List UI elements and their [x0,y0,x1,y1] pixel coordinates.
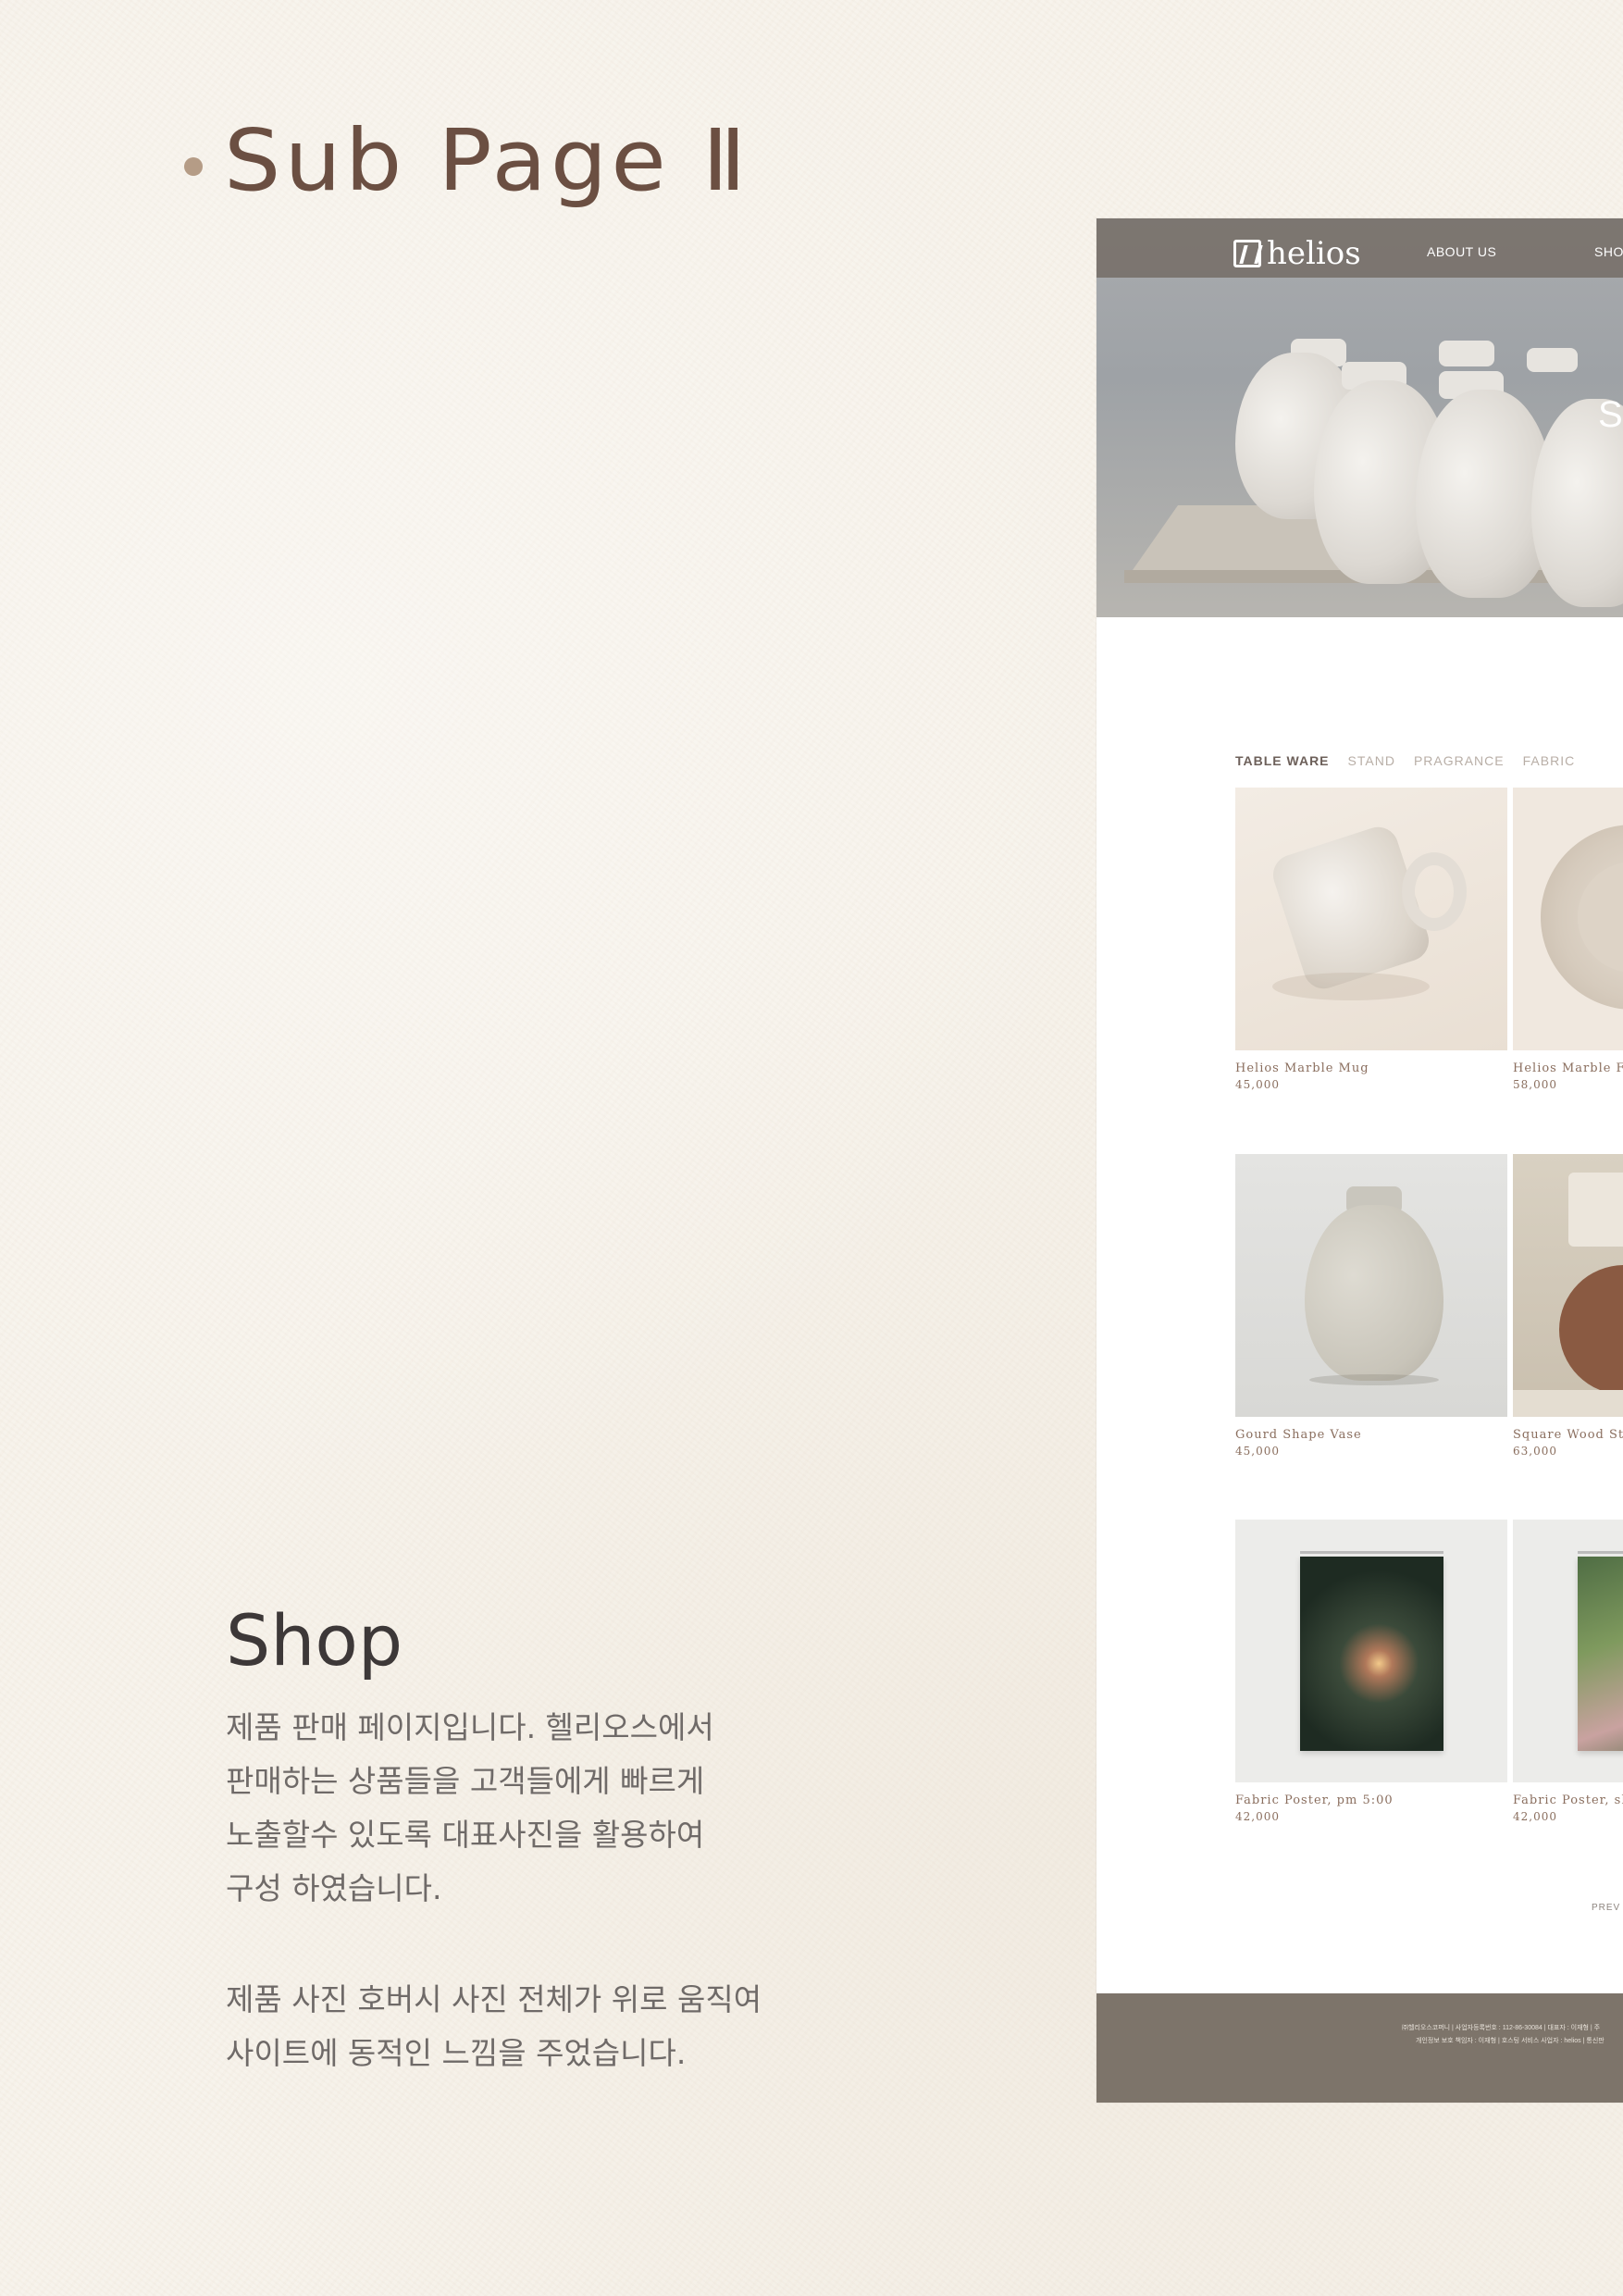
pagination-prev[interactable]: PREV [1592,1903,1620,1913]
product-card[interactable]: Gourd Shape Vase 45,000 [1235,1154,1507,1458]
description-paragraph-2: 제품 사진 호버시 사진 전체가 위로 움직여 사이트에 동적인 느낌을 주었습… [226,1981,762,2071]
vase-neck [1527,348,1578,372]
product-price: 42,000 [1235,1810,1280,1823]
product-price: 63,000 [1513,1445,1557,1458]
footer-company-info: ㈜헬리오스코퍼니 | 사업자등록번호 : 112-86-30084 | 대표자 … [1402,2025,1601,2031]
product-name: Fabric Poster, pm 5:00 [1235,1793,1394,1807]
product-name: Helios Marble Mug [1235,1061,1369,1075]
helios-logo-icon [1233,240,1261,267]
category-tabs: TABLE WARE STAND PRAGRANCE FABRIC [1235,753,1575,768]
mug-icon[interactable] [1235,788,1507,1050]
product-name: Helios Marble Flo [1513,1061,1623,1075]
nav-link-about[interactable]: ABOUT US [1427,244,1496,259]
vase-icon[interactable] [1235,1154,1507,1417]
poster-icon[interactable] [1513,1520,1623,1782]
site-logo[interactable]: helios [1233,235,1361,272]
section-heading: Shop [226,1599,403,1682]
product-name: Fabric Poster, shi [1513,1793,1623,1807]
lamp-icon[interactable] [1513,1154,1623,1417]
product-price: 42,000 [1513,1810,1557,1823]
product-card[interactable]: Fabric Poster, shi 42,000 [1513,1520,1623,1823]
title-bullet-icon [184,157,203,176]
site-mockup: helios ABOUT US SHOP S TABLE WARE STAND … [1096,218,1623,2103]
poster-icon[interactable] [1235,1520,1507,1782]
vase-neck [1439,341,1494,366]
product-name: Gourd Shape Vase [1235,1428,1362,1442]
tab-pragrance[interactable]: PRAGRANCE [1414,753,1505,768]
tab-table-ware[interactable]: TABLE WARE [1235,753,1330,768]
hero-banner: helios ABOUT US SHOP S [1096,218,1623,617]
product-card[interactable]: Square Wood Stan 63,000 [1513,1154,1623,1458]
product-name: Square Wood Stan [1513,1428,1623,1442]
product-card[interactable]: Fabric Poster, pm 5:00 42,000 [1235,1520,1507,1823]
product-price: 58,000 [1513,1078,1557,1091]
product-price: 45,000 [1235,1445,1280,1458]
product-card[interactable]: Helios Marble Flo 58,000 [1513,788,1623,1091]
site-logo-text: helios [1267,235,1361,272]
hero-title: S [1598,394,1623,435]
nav-link-shop[interactable]: SHOP [1594,244,1623,259]
site-footer: ㈜헬리오스코퍼니 | 사업자등록번호 : 112-86-30084 | 대표자 … [1096,1993,1623,2103]
footer-privacy-info: 개인정보 보호 책임자 : 이재형 | 호스팅 서비스 사업자 : helios… [1416,2038,1604,2044]
product-price: 45,000 [1235,1078,1280,1091]
product-card[interactable]: Helios Marble Mug 45,000 [1235,788,1507,1091]
page-title: Sub Page Ⅱ [224,111,750,210]
description-paragraph-1: 제품 판매 페이지입니다. 헬리오스에서 판매하는 상품들을 고객들에게 빠르게… [226,1709,714,1906]
plate-icon[interactable] [1513,788,1623,1050]
tab-fabric[interactable]: FABRIC [1523,753,1576,768]
tab-stand[interactable]: STAND [1348,753,1395,768]
